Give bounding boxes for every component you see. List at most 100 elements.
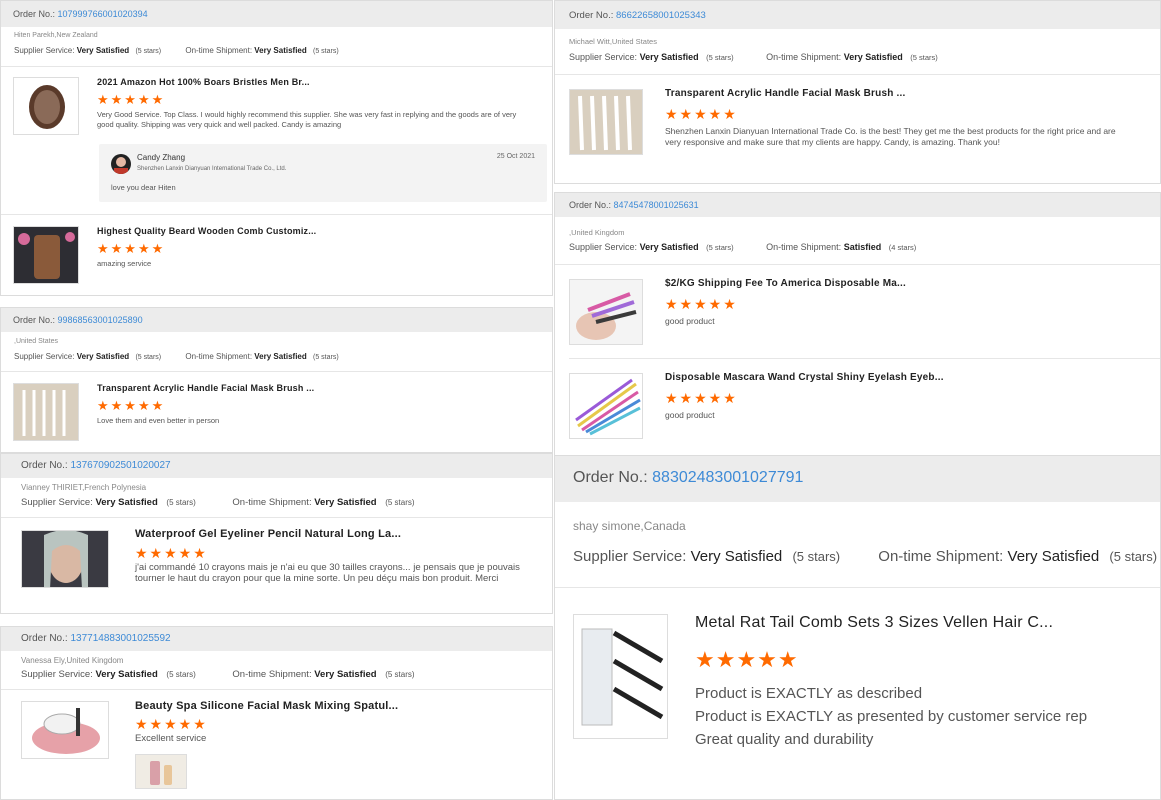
order-header: Order No.: 137670902501020027 bbox=[1, 454, 552, 478]
order-header: Order No.: 107999766001020394 bbox=[1, 1, 552, 27]
review-item: Transparent Acrylic Handle Facial Mask B… bbox=[555, 74, 1160, 183]
product-thumbnail[interactable] bbox=[573, 614, 668, 739]
shipment-label: On-time Shipment: bbox=[766, 52, 842, 62]
product-thumbnail[interactable] bbox=[569, 279, 643, 345]
shipment-label: On-time Shipment: bbox=[232, 497, 312, 508]
order-number-link[interactable]: 84745478001025631 bbox=[614, 200, 699, 210]
customer-name: shay simone,Canada bbox=[573, 519, 686, 533]
order-number-link[interactable]: 88302483001027791 bbox=[652, 469, 803, 486]
service-ratings: Supplier Service: Very Satisfied (5 star… bbox=[569, 52, 938, 62]
supplier-stars: (5 stars) bbox=[135, 48, 162, 55]
product-thumbnail[interactable] bbox=[569, 373, 643, 439]
rating-stars: ★★★★★ bbox=[665, 106, 738, 122]
review-item: Disposable Mascara Wand Crystal Shiny Ey… bbox=[569, 358, 1160, 455]
supplier-service-label: Supplier Service: bbox=[569, 52, 638, 62]
review-comment: amazing service bbox=[97, 259, 152, 268]
review-item: Beauty Spa Silicone Facial Mask Mixing S… bbox=[1, 689, 552, 799]
supplier-rating: Very Satisfied bbox=[95, 669, 158, 680]
supplier-rating: Very Satisfied bbox=[639, 52, 699, 62]
customer-name: Michael Witt,United States bbox=[569, 37, 657, 46]
shipment-label: On-time Shipment: bbox=[232, 669, 312, 680]
review-comment: good product bbox=[665, 316, 715, 326]
order-number-link[interactable]: 137714883001025592 bbox=[70, 633, 170, 644]
shipment-label: On-time Shipment: bbox=[185, 352, 253, 361]
review-card: Order No.: 86622658001025343 Michael Wit… bbox=[554, 0, 1161, 184]
review-comment: good product bbox=[665, 410, 715, 420]
order-label: Order No.: bbox=[21, 633, 68, 644]
supplier-rating: Very Satisfied bbox=[95, 497, 158, 508]
rating-stars: ★★★★★ bbox=[135, 716, 208, 732]
service-ratings: Supplier Service: Very Satisfied (5 star… bbox=[569, 242, 916, 252]
avatar bbox=[111, 154, 131, 174]
order-label: Order No.: bbox=[573, 469, 648, 486]
shipment-stars: (5 stars) bbox=[385, 670, 415, 679]
supplier-service-label: Supplier Service: bbox=[21, 669, 93, 680]
order-label: Order No.: bbox=[13, 9, 56, 19]
order-number-link[interactable]: 86622658001025343 bbox=[616, 10, 706, 21]
review-card: Order No.: 88302483001027791 shay simone… bbox=[554, 456, 1161, 800]
review-photo-thumbnail[interactable] bbox=[135, 754, 187, 789]
review-comment-line: Product is EXACTLY as presented by custo… bbox=[695, 708, 1088, 725]
shipment-rating: Very Satisfied bbox=[314, 669, 377, 680]
order-number-link[interactable]: 137670902501020027 bbox=[70, 460, 170, 471]
review-item: 2021 Amazon Hot 100% Boars Bristles Men … bbox=[1, 66, 552, 214]
review-comment-line: Product is EXACTLY as described bbox=[695, 685, 923, 702]
shipment-rating: Very Satisfied bbox=[254, 46, 307, 55]
product-thumbnail[interactable] bbox=[21, 701, 109, 759]
product-name-link[interactable]: Transparent Acrylic Handle Facial Mask B… bbox=[97, 383, 314, 393]
order-header: Order No.: 99868563001025890 bbox=[1, 308, 552, 332]
shipment-stars: (4 stars) bbox=[888, 243, 917, 252]
product-thumbnail[interactable] bbox=[13, 77, 79, 135]
product-thumbnail[interactable] bbox=[21, 530, 109, 588]
product-name-link[interactable]: Waterproof Gel Eyeliner Pencil Natural L… bbox=[135, 528, 401, 540]
review-comment: Excellent service bbox=[135, 733, 207, 744]
review-card: Order No.: 107999766001020394 Hiten Pare… bbox=[0, 0, 553, 296]
product-name-link[interactable]: $2/KG Shipping Fee To America Disposable… bbox=[665, 278, 906, 289]
rating-stars: ★★★★★ bbox=[97, 241, 166, 256]
service-ratings: Supplier Service: Very Satisfied (5 star… bbox=[21, 669, 415, 680]
product-thumbnail[interactable] bbox=[13, 226, 79, 284]
review-item: $2/KG Shipping Fee To America Disposable… bbox=[555, 264, 1160, 358]
supplier-stars: (5 stars) bbox=[706, 243, 734, 252]
review-card: Order No.: 137714883001025592 Vanessa El… bbox=[0, 626, 553, 800]
reply-text: love you dear Hiten bbox=[111, 183, 176, 192]
customer-name: Hiten Parekh,New Zealand bbox=[14, 32, 98, 39]
service-ratings: Supplier Service: Very Satisfied (5 star… bbox=[21, 497, 415, 508]
product-name-link[interactable]: Disposable Mascara Wand Crystal Shiny Ey… bbox=[665, 372, 944, 383]
order-header: Order No.: 86622658001025343 bbox=[555, 1, 1160, 29]
product-name-link[interactable]: Beauty Spa Silicone Facial Mask Mixing S… bbox=[135, 700, 398, 712]
shipment-rating: Very Satisfied bbox=[314, 497, 377, 508]
order-header: Order No.: 84745478001025631 bbox=[555, 193, 1160, 217]
reply-date: 25 Oct 2021 bbox=[496, 153, 535, 160]
supplier-service-label: Supplier Service: bbox=[21, 497, 93, 508]
shipment-rating: Very Satisfied bbox=[843, 52, 903, 62]
shipment-stars: (5 stars) bbox=[910, 53, 938, 62]
rating-stars: ★★★★★ bbox=[135, 545, 208, 561]
customer-name: Vianney THIRIET,French Polynesia bbox=[21, 483, 147, 492]
shipment-stars: (5 stars) bbox=[313, 354, 339, 361]
product-thumbnail[interactable] bbox=[569, 89, 643, 155]
order-number-link[interactable]: 107999766001020394 bbox=[58, 9, 148, 19]
supplier-stars: (5 stars) bbox=[135, 354, 162, 361]
review-comment: Love them and even better in person bbox=[97, 416, 220, 425]
order-number-link[interactable]: 99868563001025890 bbox=[58, 315, 143, 325]
product-name-link[interactable]: Transparent Acrylic Handle Facial Mask B… bbox=[665, 88, 905, 99]
review-card: Order No.: 84745478001025631 ,United Kin… bbox=[554, 192, 1161, 456]
customer-name: ,United Kingdom bbox=[569, 228, 625, 237]
review-comment: Shenzhen Lanxin Dianyuan International T… bbox=[665, 126, 1116, 148]
rating-stars: ★★★★★ bbox=[665, 296, 738, 312]
rating-stars: ★★★★★ bbox=[695, 647, 799, 672]
product-name-link[interactable]: 2021 Amazon Hot 100% Boars Bristles Men … bbox=[97, 77, 310, 87]
shipment-stars: (5 stars) bbox=[1109, 549, 1158, 564]
product-name-link[interactable]: Metal Rat Tail Comb Sets 3 Sizes Vellen … bbox=[695, 614, 1053, 632]
supplier-stars: (5 stars) bbox=[792, 549, 841, 564]
product-thumbnail[interactable] bbox=[13, 383, 79, 441]
supplier-rating: Very Satisfied bbox=[76, 352, 130, 361]
product-name-link[interactable]: Highest Quality Beard Wooden Comb Custom… bbox=[97, 226, 316, 236]
supplier-service-label: Supplier Service: bbox=[14, 352, 75, 361]
review-card: Order No.: 137670902501020027 Vianney TH… bbox=[0, 453, 553, 614]
shipment-stars: (5 stars) bbox=[385, 498, 415, 507]
supplier-stars: (5 stars) bbox=[166, 670, 196, 679]
service-ratings: Supplier Service: Very Satisfied (5 star… bbox=[14, 352, 339, 361]
shipment-label: On-time Shipment: bbox=[878, 548, 1004, 565]
